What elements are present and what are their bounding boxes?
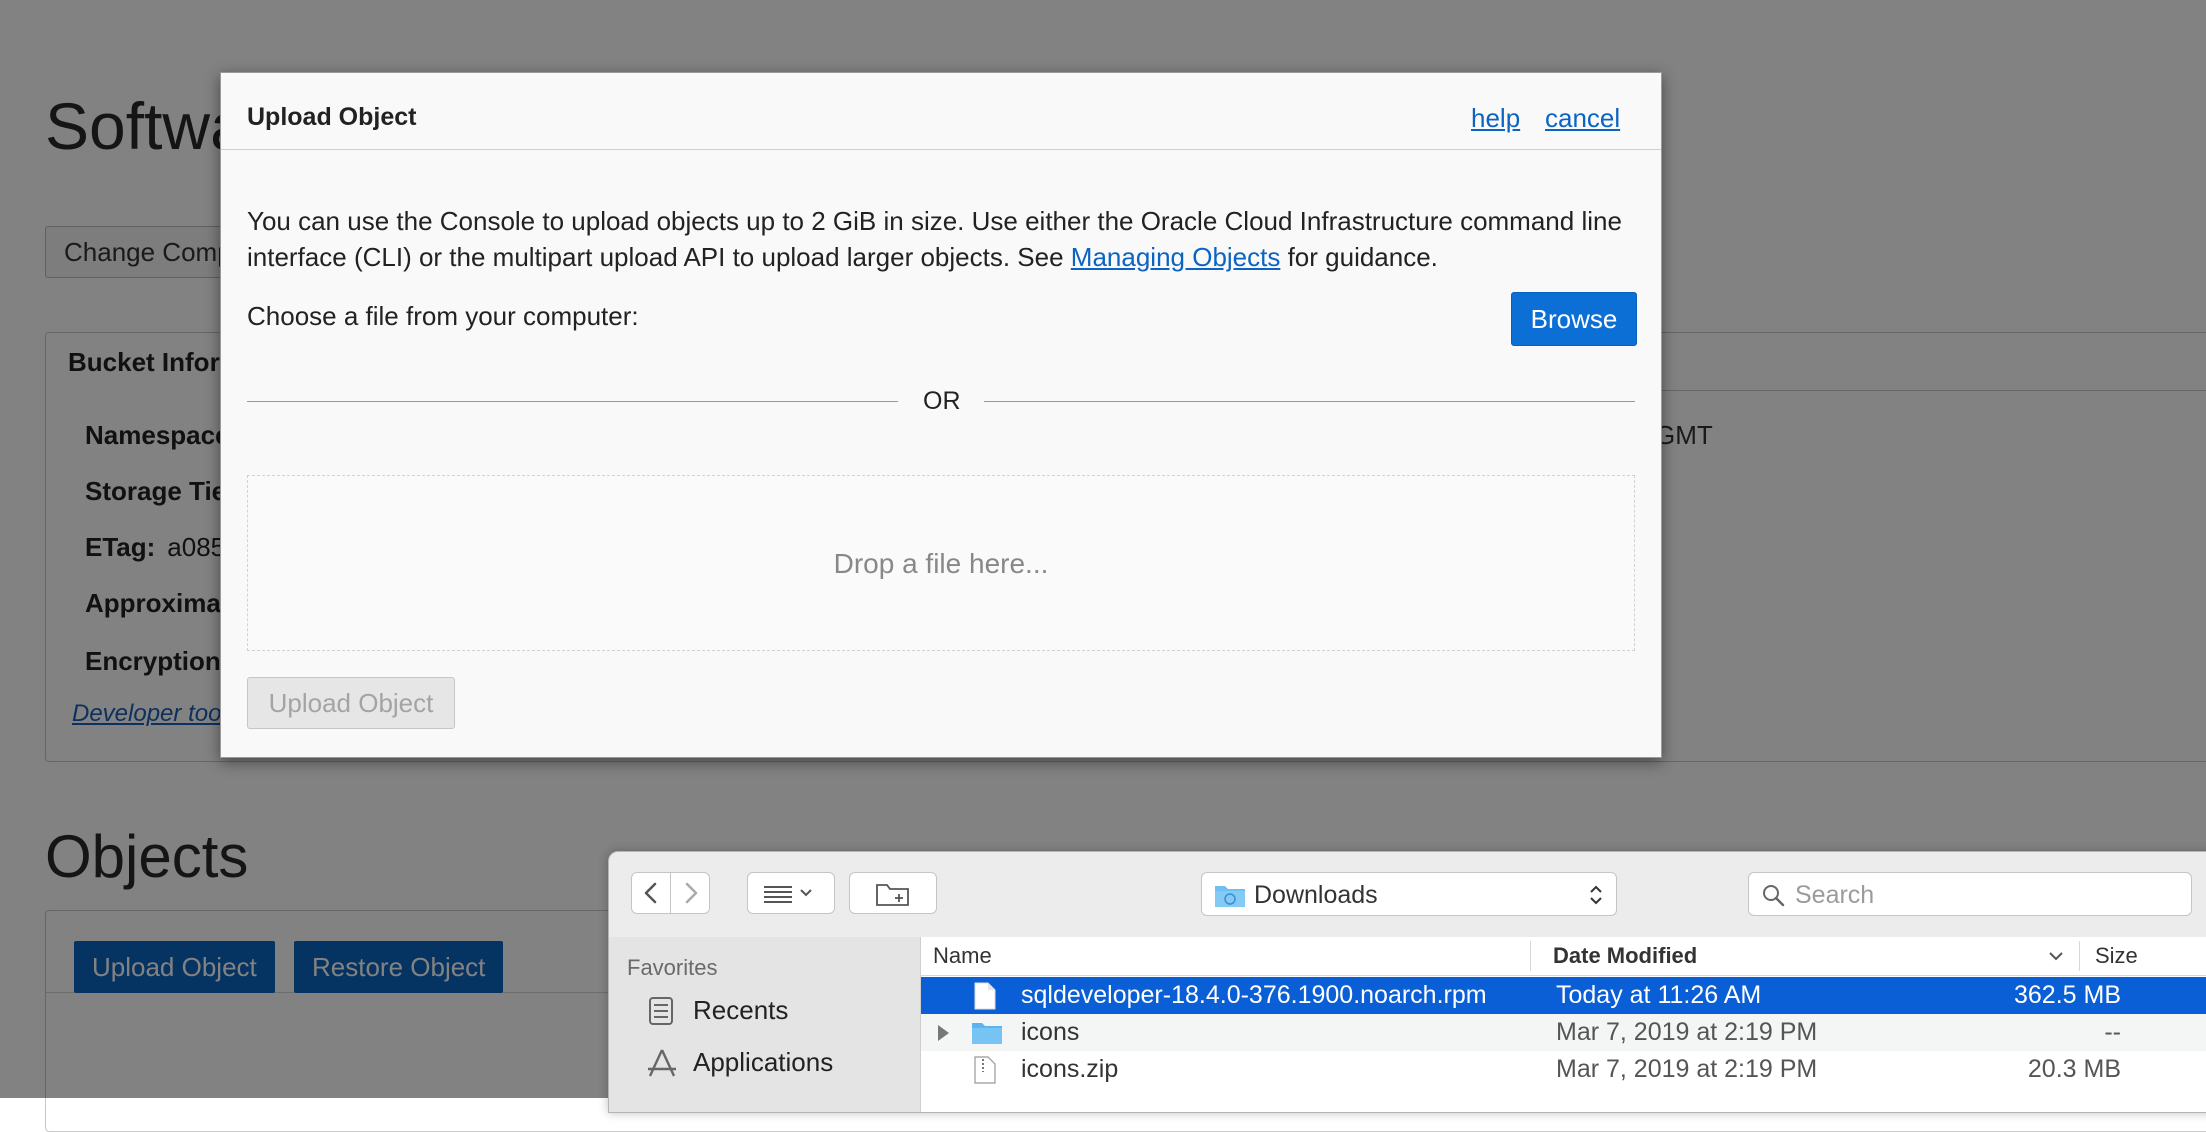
file-name: icons.zip [1021,1055,1119,1083]
column-header-name[interactable]: Name [933,937,992,975]
file-row[interactable]: icons Mar 7, 2019 at 2:19 PM -- Folder [921,1014,2206,1051]
drop-zone-text: Drop a file here... [833,548,1049,579]
choose-file-label: Choose a file from your computer: [247,301,639,331]
up-down-chevron-icon [1590,885,1602,905]
dialog-description: You can use the Console to upload object… [247,206,1622,272]
dialog-title: Upload Object [247,103,417,131]
file-date: Today at 11:26 AM [1556,981,1762,1009]
sidebar-item-label: Applications [693,1047,834,1077]
new-folder-icon [876,884,909,906]
upload-object-dialog: Upload Object help cancel You can use th… [220,72,1662,758]
column-header-size[interactable]: Size [2095,937,2138,975]
back-button[interactable] [631,872,671,914]
file-date: Mar 7, 2019 at 2:19 PM [1556,1055,1818,1083]
file-drop-zone[interactable]: Drop a file here... [247,475,1635,651]
column-header-date-modified[interactable]: Date Modified [1553,937,1697,975]
applications-icon [648,1049,676,1077]
chevron-left-icon [644,882,657,904]
file-size: 362.5 MB [2013,981,2121,1009]
upload-object-submit-button[interactable]: Upload Object [247,677,455,729]
managing-objects-link[interactable]: Managing Objects [1071,242,1281,272]
downloads-folder-icon [1215,886,1245,907]
search-input[interactable]: Search [1748,872,2192,916]
document-icon [974,982,996,1010]
zip-file-icon [974,1056,996,1084]
file-name: sqldeveloper-18.4.0-376.1900.noarch.rpm [1021,981,1487,1009]
header-divider [921,975,2206,976]
sidebar-item-label: Recents [693,995,789,1025]
file-date: Mar 7, 2019 at 2:19 PM [1556,1018,1818,1046]
list-view-icon [764,886,812,903]
or-divider-left [247,401,898,402]
file-name: icons [1021,1018,1080,1046]
file-size: -- [2104,1018,2121,1046]
finder-sidebar: Favorites Recents Applications [609,937,921,1112]
file-picker-window: Downloads Search Favorites Recents Appli… [608,851,2206,1113]
search-icon [1763,885,1785,907]
help-link[interactable]: help [1471,103,1520,134]
new-folder-button[interactable] [849,872,937,914]
file-row[interactable]: icons.zip Mar 7, 2019 at 2:19 PM 20.3 MB… [921,1051,2206,1088]
or-divider-right [984,401,1635,402]
favorites-heading: Favorites [627,955,718,980]
search-placeholder: Search [1795,881,1875,909]
dialog-header: Upload Object help cancel [221,73,1661,150]
folder-icon [972,1023,1002,1044]
disclosure-triangle-icon[interactable] [935,1023,951,1043]
chevron-right-icon [685,882,698,904]
forward-button[interactable] [670,872,710,914]
browse-button[interactable]: Browse [1511,292,1637,346]
sort-descending-icon [2049,952,2063,961]
file-row[interactable]: sqldeveloper-18.4.0-376.1900.noarch.rpm … [921,977,2206,1014]
or-label: OR [923,387,961,415]
location-selector[interactable]: Downloads [1201,872,1617,916]
cancel-link[interactable]: cancel [1545,103,1620,134]
file-size: 20.3 MB [2027,1055,2121,1083]
column-separator [2079,941,2080,971]
file-list: Name Date Modified Size Kind sqldevelope… [921,937,2206,1112]
column-separator [1530,941,1531,971]
view-mode-button[interactable] [747,872,835,914]
location-label: Downloads [1254,881,1378,909]
recents-icon [649,997,673,1025]
